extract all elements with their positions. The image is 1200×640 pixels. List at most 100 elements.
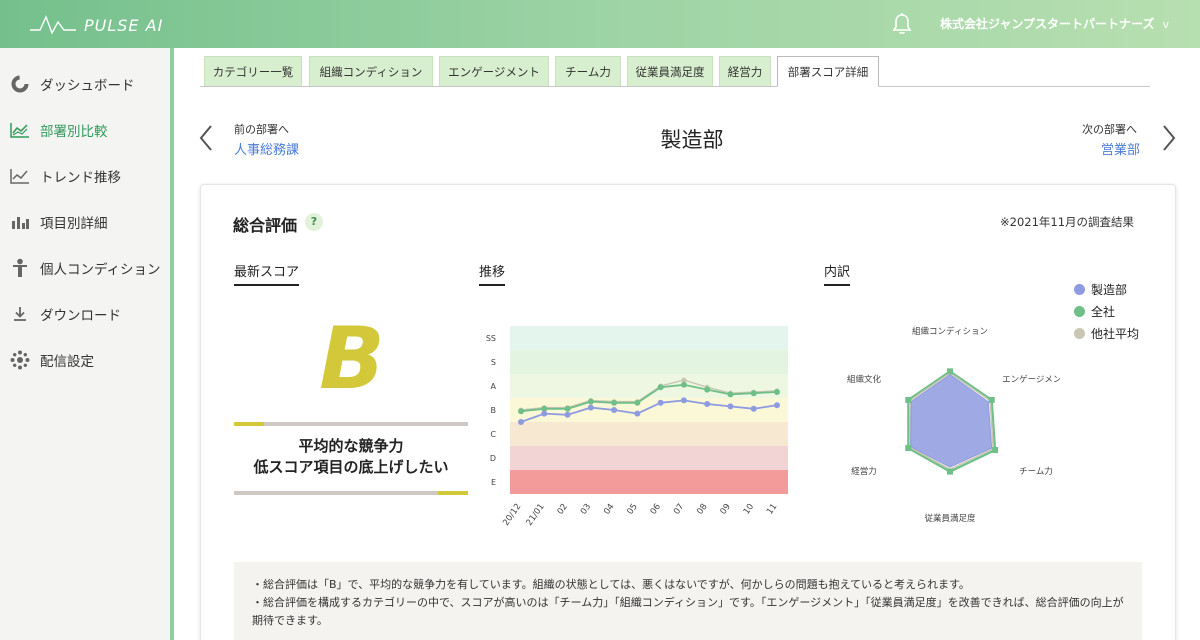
trend-point [727, 403, 734, 410]
trend-chart: EDCBASSS20/12 21/01 02 03 04 05 06 07 08 09 10 11 [486, 326, 788, 528]
sidebar-item-dashboard[interactable]: ダッシュボード [0, 64, 170, 104]
legend-item-industry: 他社平均 [1074, 322, 1139, 344]
legend-label: 他社平均 [1091, 326, 1140, 341]
radar-axis-label: 経営力 [851, 466, 877, 477]
trend-point [587, 398, 594, 405]
radar-axis-label: 従業員満足度 [924, 513, 976, 524]
grade-message: 平均的な競争力 低スコア項目の底上げしたい [234, 436, 468, 478]
help-icon[interactable]: ? [305, 213, 323, 231]
trend-point [634, 410, 641, 417]
evaluation-comment: ・総合評価は「B」で、平均的な競争力を有しています。組織の状態としては、悪くはな… [234, 562, 1142, 640]
section-trend: 推移 [479, 261, 506, 286]
donut-chart-icon [10, 74, 30, 94]
trend-point [774, 389, 780, 395]
radar-axis-label: エンゲージメント [1002, 374, 1060, 385]
chevron-left-icon[interactable] [198, 124, 214, 152]
trend-point [727, 391, 734, 398]
trend-band-b [510, 398, 788, 422]
top-header: PULSE AI 株式会社ジャンプスタートパートナーズ v [0, 0, 1200, 48]
trend-point [657, 399, 664, 406]
trend-point [704, 401, 711, 407]
page-title: 製造部 [660, 128, 724, 152]
section-breakdown: 内訳 [824, 261, 851, 286]
legend-item-company: 全社 [1074, 300, 1139, 322]
trend-point [564, 411, 571, 418]
tab-category-list[interactable]: カテゴリー一覧 [204, 56, 302, 86]
trend-x-tick-label: 10 [742, 502, 756, 517]
next-department-link[interactable]: 営業部 [1101, 139, 1140, 158]
trend-x-tick-label: 05 [625, 502, 639, 517]
trend-x-tick-label: 11 [765, 502, 779, 517]
prev-department-link[interactable]: 人事総務課 [234, 139, 299, 158]
radar-axis-label: チーム力 [1019, 466, 1053, 477]
trend-point [611, 407, 618, 413]
trend-point [518, 408, 524, 415]
sidebar-item-delivery-settings[interactable]: 配信設定 [0, 340, 170, 380]
tab-engagement[interactable]: エンゲージメント [439, 56, 549, 86]
trend-point [564, 405, 571, 412]
prev-department-caption: 前の部署へ [234, 123, 289, 136]
trend-band-s [510, 350, 788, 374]
chevron-right-icon[interactable] [1161, 124, 1177, 152]
trend-point [774, 402, 780, 409]
radar-axis-label: 組織文化 [847, 374, 882, 385]
trend-point [750, 390, 757, 397]
bell-icon[interactable] [890, 12, 914, 36]
sidebar-item-label: 項目別詳細 [40, 216, 108, 232]
trend-x-tick-label: 04 [602, 502, 616, 517]
sidebar-item-label: ダッシュボード [40, 78, 135, 94]
trend-point [680, 397, 687, 404]
sidebar-item-item-detail[interactable]: 項目別詳細 [0, 202, 170, 242]
trend-y-tick-label: SS [486, 334, 496, 343]
tab-team-power[interactable]: チーム力 [555, 56, 621, 86]
trend-y-tick-label: C [490, 430, 496, 439]
grade-divider-top [234, 422, 468, 426]
radar-area-dept [910, 374, 993, 468]
sidebar: ダッシュボード 部署別比較 トレンド推移 項目別詳細 個人コンディション ダウン… [0, 48, 174, 640]
trend-x-tick-label: 06 [649, 502, 663, 517]
logo[interactable]: PULSE AI [30, 14, 163, 36]
radar-chart: 組織コンディションエンゲージメントチーム力従業員満足度 経営力 組織文化 [847, 326, 1060, 524]
legend-dot [1074, 283, 1085, 295]
download-icon [10, 304, 30, 324]
chart-legend: 製造部 全社 他社平均 [1074, 278, 1139, 344]
sidebar-item-personal-condition[interactable]: 個人コンディション [0, 248, 170, 288]
trend-point [657, 384, 664, 391]
tab-employee-satisfaction[interactable]: 従業員満足度 [627, 56, 713, 86]
trend-chart-icon [10, 166, 30, 186]
tab-department-score-detail[interactable]: 部署スコア詳細 [777, 56, 879, 87]
sidebar-item-download[interactable]: ダウンロード [0, 294, 170, 334]
tab-org-condition[interactable]: 組織コンディション [309, 56, 433, 86]
grade-divider-bottom [234, 491, 468, 495]
sidebar-item-trend[interactable]: トレンド推移 [0, 156, 170, 196]
radar-point [947, 368, 953, 375]
sidebar-item-department-compare[interactable]: 部署別比較 [0, 110, 170, 150]
trend-x-tick-label: 21/01 [524, 502, 546, 528]
tab-management[interactable]: 経営力 [719, 56, 771, 86]
trend-band-c [510, 422, 788, 446]
trend-y-tick-label: E [491, 478, 496, 487]
sidebar-item-label: 個人コンディション [40, 262, 161, 278]
legend-dot [1074, 305, 1085, 317]
card-title: 総合評価 [233, 216, 298, 235]
company-menu[interactable]: 株式会社ジャンプスタートパートナーズ v [940, 15, 1169, 32]
grade-letter: B [319, 322, 385, 392]
legend-label: 製造部 [1091, 282, 1128, 297]
trend-y-tick-label: B [491, 406, 497, 415]
trend-point [704, 386, 711, 393]
grade-message-line1: 平均的な競争力 [298, 437, 404, 455]
survey-note: ※2021年11月の調査結果 [1000, 215, 1135, 229]
gear-icon [10, 350, 30, 370]
trend-point [611, 399, 618, 406]
trend-point [750, 405, 757, 412]
trend-y-tick-label: D [490, 454, 496, 463]
comment-line: ・総合評価を構成するカテゴリーの中で、スコアが高いのは「チーム力」「組織コンディ… [252, 596, 1124, 627]
radar-point [905, 396, 912, 403]
radar-axis-label: 組織コンディション [912, 326, 988, 337]
legend-dot [1074, 327, 1085, 339]
trend-x-tick-label: 02 [556, 502, 570, 517]
trend-band-ss [510, 326, 788, 350]
radar-point [992, 447, 999, 454]
company-name: 株式会社ジャンプスタートパートナーズ [940, 17, 1155, 31]
trend-y-tick-label: A [491, 382, 497, 391]
